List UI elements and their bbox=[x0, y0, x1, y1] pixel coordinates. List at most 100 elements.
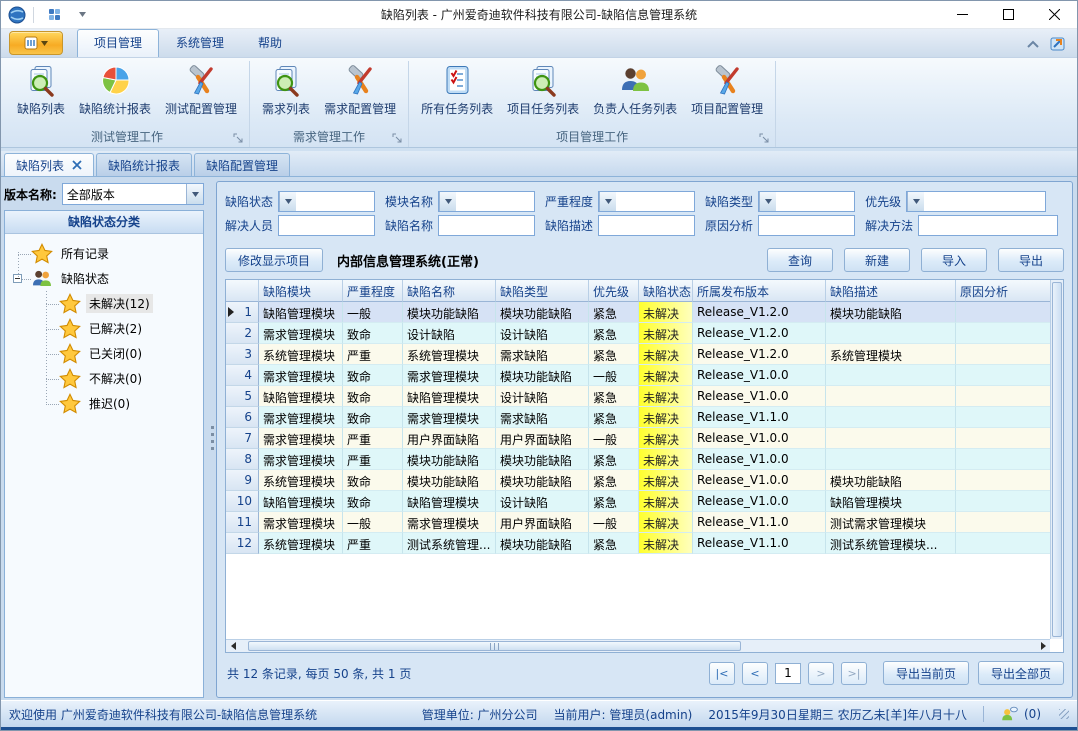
minimize-button[interactable] bbox=[939, 1, 985, 28]
filter-input-resolver[interactable] bbox=[279, 216, 374, 235]
row-header[interactable]: 9 bbox=[226, 470, 259, 491]
column-header-1[interactable]: 严重程度 bbox=[343, 280, 403, 302]
tree-item-postponed[interactable]: 推迟(0) bbox=[5, 391, 203, 416]
resize-grip[interactable] bbox=[1059, 709, 1069, 719]
ribbon-button-owner-tasks[interactable]: 负责人任务列表 bbox=[586, 63, 684, 118]
next-page-button[interactable]: > bbox=[808, 662, 834, 685]
table-row[interactable]: 4需求管理模块致命需求管理模块模块功能缺陷一般未解决Release_V1.0.0 bbox=[226, 365, 1050, 386]
row-header[interactable]: 6 bbox=[226, 407, 259, 428]
export-current-page-button[interactable]: 导出当前页 bbox=[883, 661, 969, 685]
app-menu-button[interactable] bbox=[9, 31, 63, 55]
ribbon-button-project-tasks[interactable]: 项目任务列表 bbox=[500, 63, 586, 118]
filter-dropdown-icon[interactable] bbox=[279, 192, 296, 211]
ribbon-button-project-config[interactable]: 项目配置管理 bbox=[684, 63, 770, 118]
filter-field-defect-status[interactable] bbox=[278, 191, 375, 212]
version-select-dropdown-icon[interactable] bbox=[186, 184, 203, 204]
quick-access-dropdown-icon[interactable] bbox=[72, 5, 92, 25]
table-row[interactable]: 8需求管理模块严重模块功能缺陷模块功能缺陷紧急未解决Release_V1.0.0 bbox=[226, 449, 1050, 470]
query-button[interactable]: 查询 bbox=[767, 248, 833, 272]
table-row[interactable]: 6需求管理模块致命需求管理模块需求缺陷紧急未解决Release_V1.1.0 bbox=[226, 407, 1050, 428]
dialog-launcher-icon[interactable] bbox=[392, 133, 403, 144]
filter-input-defect-desc[interactable] bbox=[599, 216, 694, 235]
hscroll-thumb[interactable] bbox=[248, 641, 742, 651]
ribbon-button-defect-report[interactable]: 缺陷统计报表 bbox=[72, 63, 158, 118]
row-header[interactable]: 12 bbox=[226, 533, 259, 554]
column-header-6[interactable]: 所属发布版本 bbox=[693, 280, 826, 302]
filter-field-defect-type[interactable] bbox=[758, 191, 855, 212]
export-all-pages-button[interactable]: 导出全部页 bbox=[978, 661, 1064, 685]
row-header[interactable]: 4 bbox=[226, 365, 259, 386]
column-header-2[interactable]: 缺陷名称 bbox=[403, 280, 496, 302]
row-header[interactable]: 2 bbox=[226, 323, 259, 344]
document-tab-defect-report[interactable]: 缺陷统计报表 bbox=[96, 153, 192, 176]
filter-field-severity[interactable] bbox=[598, 191, 695, 212]
table-row[interactable]: 5缺陷管理模块致命缺陷管理模块设计缺陷紧急未解决Release_V1.0.0 bbox=[226, 386, 1050, 407]
column-header-4[interactable]: 优先级 bbox=[589, 280, 639, 302]
row-header[interactable]: 3 bbox=[226, 344, 259, 365]
ribbon-button-requirement-config[interactable]: 需求配置管理 bbox=[317, 63, 403, 118]
filter-dropdown-icon[interactable] bbox=[599, 192, 616, 211]
table-row[interactable]: 2需求管理模块致命设计缺陷设计缺陷紧急未解决Release_V1.2.0 bbox=[226, 323, 1050, 344]
filter-dropdown-icon[interactable] bbox=[759, 192, 776, 211]
maximize-button[interactable] bbox=[985, 1, 1031, 28]
tree-item-unresolved[interactable]: 未解决(12) bbox=[5, 291, 203, 316]
document-tab-defect-config[interactable]: 缺陷配置管理 bbox=[194, 153, 290, 176]
document-tab-defect-list[interactable]: 缺陷列表 bbox=[4, 153, 94, 176]
ribbon-button-all-tasks[interactable]: 所有任务列表 bbox=[414, 63, 500, 118]
grid-horizontal-scrollbar[interactable] bbox=[226, 639, 1050, 652]
filter-input-solution[interactable] bbox=[919, 216, 1057, 235]
filter-dropdown-icon[interactable] bbox=[907, 192, 924, 211]
row-header[interactable]: 7 bbox=[226, 428, 259, 449]
filter-field-cause-analysis[interactable] bbox=[758, 215, 855, 236]
tab-close-icon[interactable] bbox=[72, 160, 82, 170]
tree-item-closed[interactable]: 已关闭(0) bbox=[5, 341, 203, 366]
row-header[interactable]: 11 bbox=[226, 512, 259, 533]
column-header-0[interactable]: 缺陷模块 bbox=[259, 280, 343, 302]
create-button[interactable]: 新建 bbox=[844, 248, 910, 272]
row-header[interactable]: 10 bbox=[226, 491, 259, 512]
filter-field-resolver[interactable] bbox=[278, 215, 375, 236]
table-row[interactable]: 11需求管理模块一般需求管理模块用户界面缺陷一般未解决Release_V1.1.… bbox=[226, 512, 1050, 533]
column-header-7[interactable]: 缺陷描述 bbox=[826, 280, 956, 302]
ribbon-tab-project-management[interactable]: 项目管理 bbox=[77, 29, 159, 57]
sidebar-splitter[interactable] bbox=[208, 177, 216, 700]
quick-access-layout-icon[interactable] bbox=[46, 5, 66, 25]
table-row[interactable]: 7需求管理模块严重用户界面缺陷用户界面缺陷一般未解决Release_V1.0.0 bbox=[226, 428, 1050, 449]
filter-field-defect-name[interactable] bbox=[438, 215, 535, 236]
dialog-launcher-icon[interactable] bbox=[233, 133, 244, 144]
column-header-5[interactable]: 缺陷状态 bbox=[639, 280, 693, 302]
row-header[interactable]: 5 bbox=[226, 386, 259, 407]
tree-item-resolved[interactable]: 已解决(2) bbox=[5, 316, 203, 341]
vscroll-thumb[interactable] bbox=[1052, 282, 1062, 637]
tree-item-all-records[interactable]: 所有记录 bbox=[5, 241, 203, 266]
ribbon-button-defect-list[interactable]: 缺陷列表 bbox=[10, 63, 72, 118]
table-row[interactable]: 9系统管理模块致命模块功能缺陷模块功能缺陷紧急未解决Release_V1.0.0… bbox=[226, 470, 1050, 491]
first-page-button[interactable]: |< bbox=[709, 662, 735, 685]
filter-input-defect-name[interactable] bbox=[439, 216, 534, 235]
import-button[interactable]: 导入 bbox=[921, 248, 987, 272]
row-header[interactable]: 1 bbox=[226, 302, 259, 323]
ribbon-button-requirement-list[interactable]: 需求列表 bbox=[255, 63, 317, 118]
modify-columns-button[interactable]: 修改显示项目 bbox=[225, 248, 323, 272]
last-page-button[interactable]: >| bbox=[841, 662, 867, 685]
ribbon-tab-help[interactable]: 帮助 bbox=[241, 29, 299, 57]
scroll-right-arrow-icon[interactable] bbox=[1036, 640, 1050, 652]
filter-field-priority[interactable] bbox=[906, 191, 1046, 212]
collapse-ribbon-icon[interactable] bbox=[1027, 40, 1039, 48]
ribbon-tab-system-management[interactable]: 系统管理 bbox=[159, 29, 241, 57]
filter-field-defect-desc[interactable] bbox=[598, 215, 695, 236]
filter-dropdown-icon[interactable] bbox=[439, 192, 456, 211]
table-row[interactable]: 10缺陷管理模块致命缺陷管理模块设计缺陷紧急未解决Release_V1.0.0缺… bbox=[226, 491, 1050, 512]
filter-input-cause-analysis[interactable] bbox=[759, 216, 854, 235]
column-header-3[interactable]: 缺陷类型 bbox=[496, 280, 589, 302]
dialog-launcher-icon[interactable] bbox=[759, 133, 770, 144]
tree-item-defect-status[interactable]: 缺陷状态 bbox=[5, 266, 203, 291]
filter-field-module-name[interactable] bbox=[438, 191, 535, 212]
filter-field-solution[interactable] bbox=[918, 215, 1058, 236]
export-button[interactable]: 导出 bbox=[998, 248, 1064, 272]
close-button[interactable] bbox=[1031, 1, 1077, 28]
column-header-8[interactable]: 原因分析 bbox=[956, 280, 1050, 302]
ribbon-button-test-config[interactable]: 测试配置管理 bbox=[158, 63, 244, 118]
page-number-input[interactable] bbox=[775, 663, 801, 684]
scroll-left-arrow-icon[interactable] bbox=[226, 640, 240, 652]
